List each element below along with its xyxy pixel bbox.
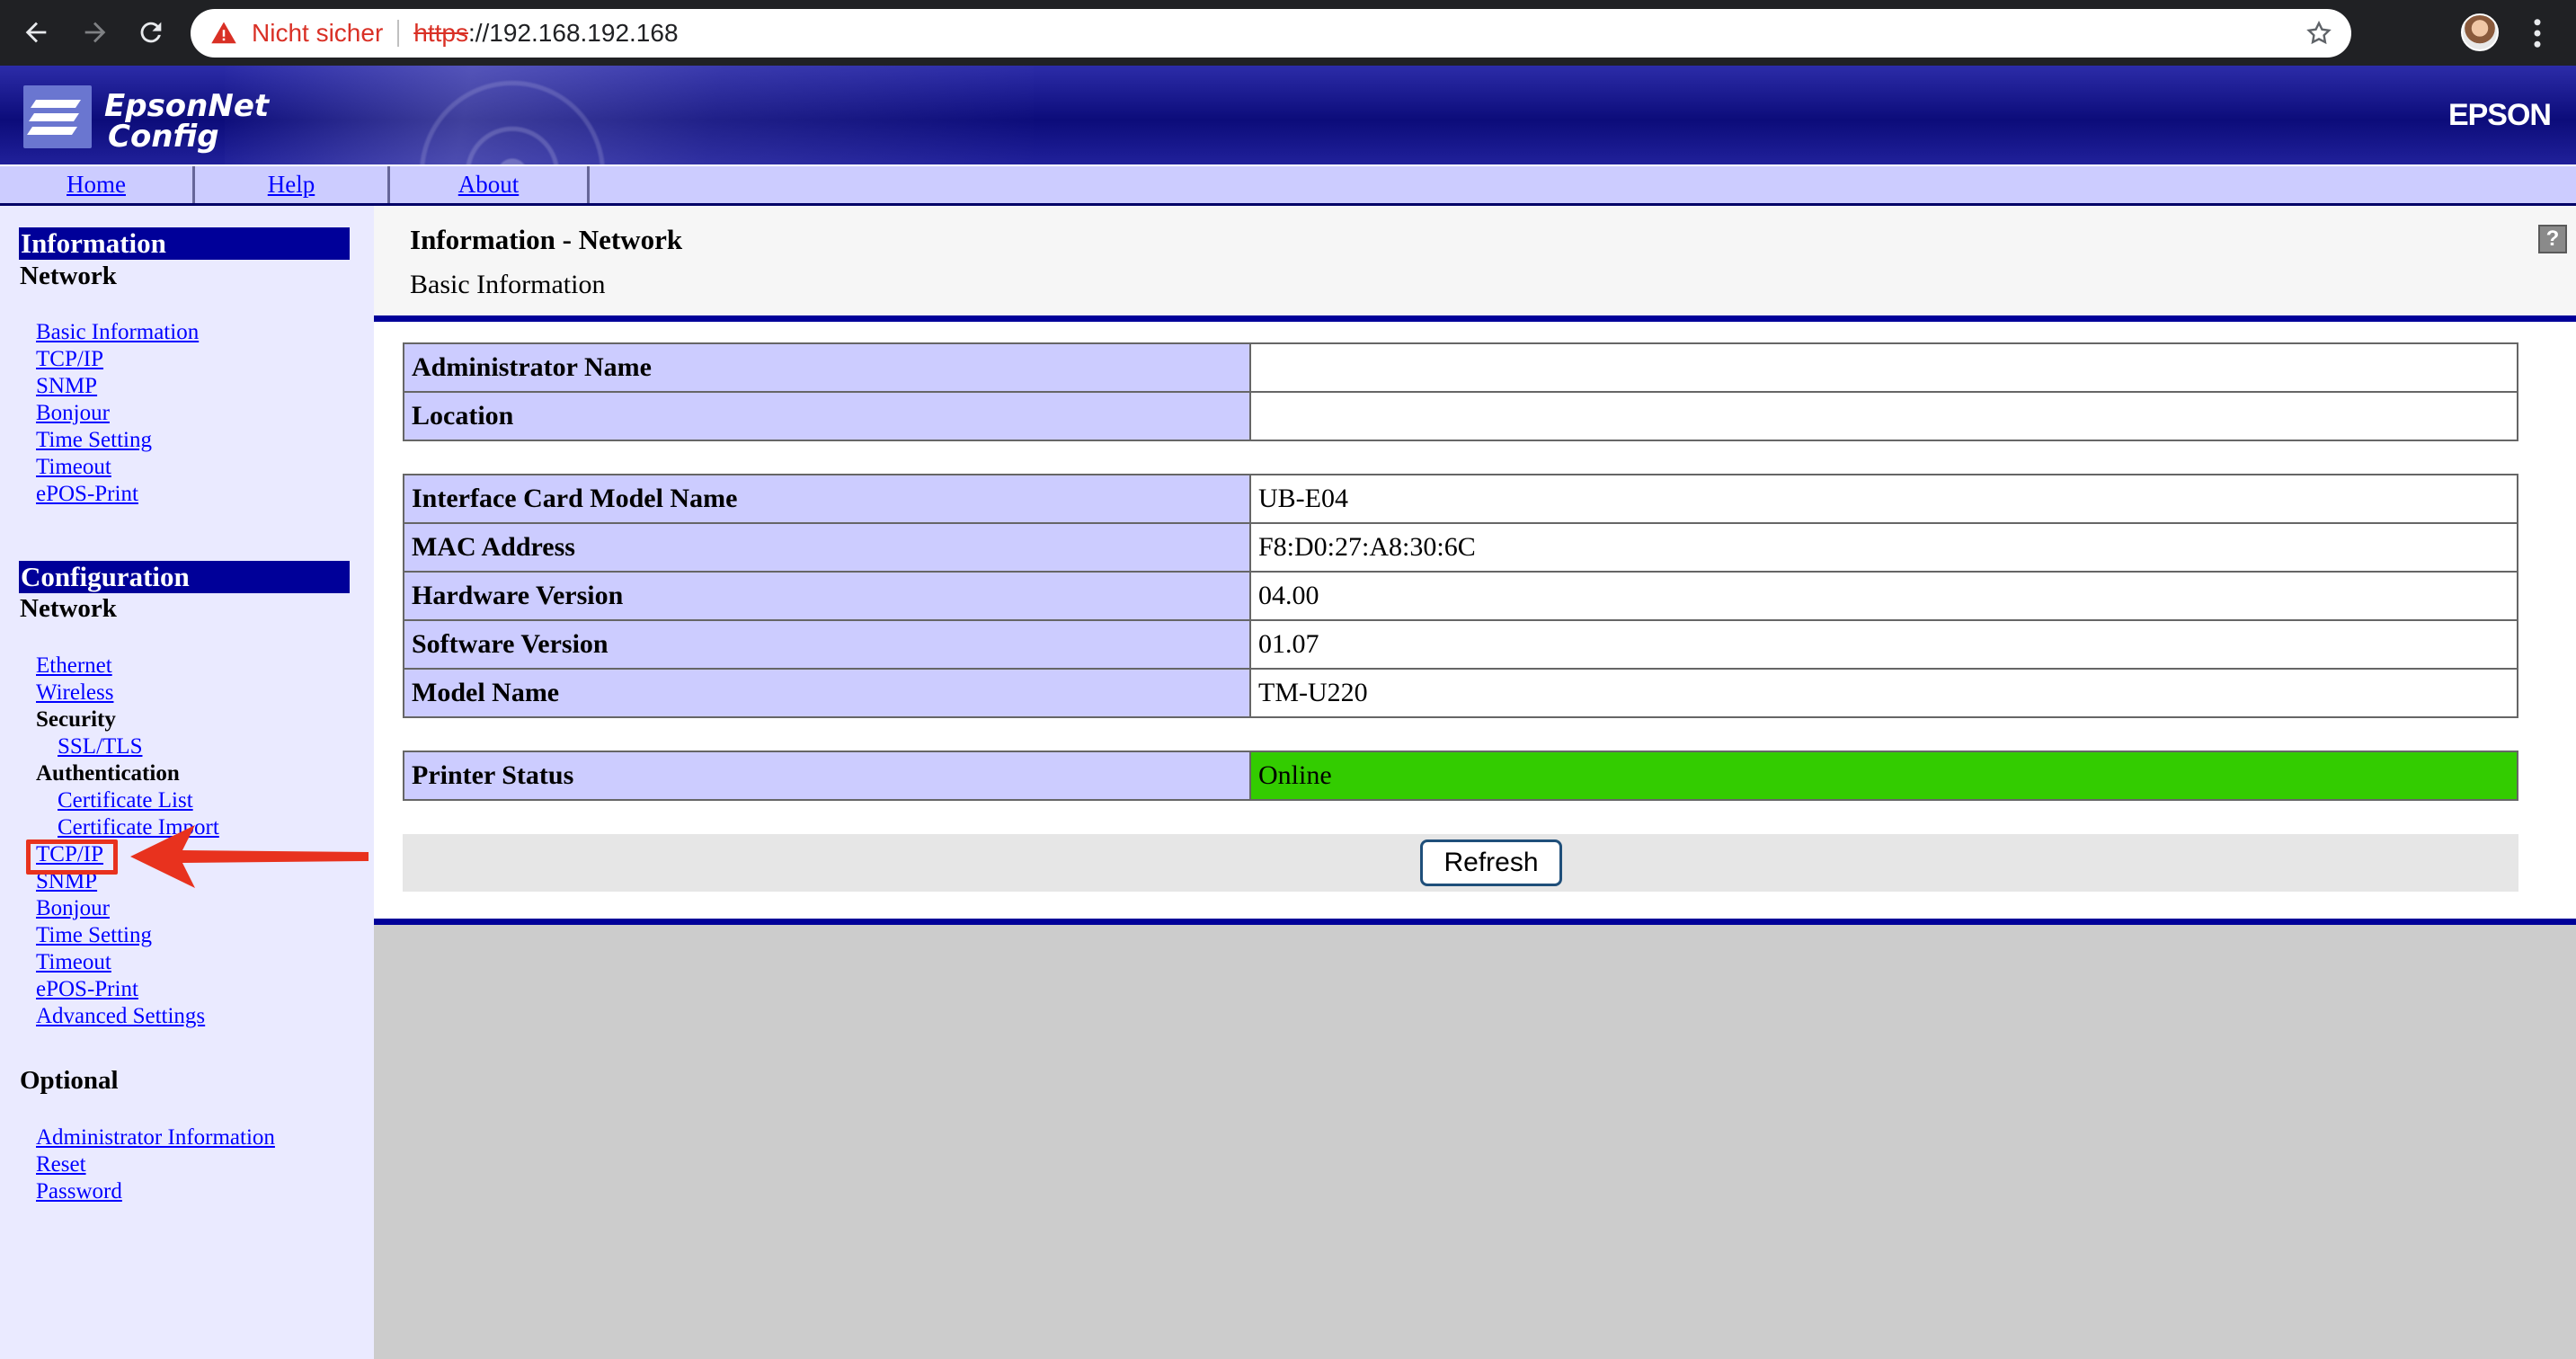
- menu-home-link[interactable]: Home: [0, 166, 195, 203]
- nav-link-info-bonjour[interactable]: Bonjour: [36, 400, 110, 427]
- nav-link-info-time-setting[interactable]: Time Setting: [36, 427, 152, 454]
- main-content: Information - Network Basic Information …: [374, 206, 2576, 1359]
- table-row: Location: [403, 391, 2518, 441]
- top-menu-bar: Home Help About: [0, 164, 2576, 206]
- admin-info-table: Administrator Name Location: [403, 342, 2518, 441]
- omnibox-divider: [397, 20, 400, 47]
- nav-label-authentication: Authentication: [36, 761, 180, 786]
- table-row: Interface Card Model Name UB-E04: [403, 474, 2518, 524]
- security-status[interactable]: Nicht sicher: [252, 19, 383, 48]
- epsonnet-logo-icon: [23, 85, 92, 148]
- nav-link-info-tcpip[interactable]: TCP/IP: [36, 346, 103, 373]
- table-row: Printer Status Online: [403, 751, 2518, 801]
- row-value: TM-U220: [1249, 668, 2518, 718]
- epson-brand: EPSON: [2447, 98, 2552, 132]
- nav-link-reset[interactable]: Reset: [36, 1151, 86, 1178]
- url-host: ://192.168.192.168: [467, 19, 679, 47]
- printer-status-value: Online: [1249, 751, 2518, 801]
- nav-link-config-time-setting[interactable]: Time Setting: [36, 922, 152, 949]
- nav-subheading-network: Network: [20, 262, 117, 290]
- nav-subheading-config-network: Network: [20, 594, 117, 623]
- button-bar: Refresh: [403, 834, 2518, 892]
- table-row: MAC Address F8:D0:27:A8:30:6C: [403, 522, 2518, 573]
- nav-heading-configuration: Configuration: [19, 561, 350, 593]
- row-value: 04.00: [1249, 571, 2518, 621]
- epson-header-banner: EpsonNet Config EPSON: [0, 66, 2576, 164]
- nav-link-info-timeout[interactable]: Timeout: [36, 454, 111, 481]
- content-bottom-rule: [374, 919, 2576, 925]
- row-label: Location: [403, 391, 1251, 441]
- annotation-arrow-icon: [130, 825, 369, 888]
- menu-help-link[interactable]: Help: [195, 166, 390, 203]
- row-label: Interface Card Model Name: [403, 474, 1251, 524]
- compass-decoration: [351, 66, 674, 164]
- page-title: Information - Network: [410, 224, 683, 255]
- forward-icon[interactable]: [72, 9, 119, 56]
- nav-link-advanced-settings[interactable]: Advanced Settings: [36, 1003, 205, 1030]
- nav-link-config-timeout[interactable]: Timeout: [36, 949, 111, 976]
- browser-toolbar: Nicht sicher https ://192.168.192.168: [0, 0, 2576, 66]
- row-value: 01.07: [1249, 619, 2518, 670]
- table-row: Administrator Name: [403, 342, 2518, 393]
- left-navigation: Information Network Basic Information TC…: [0, 206, 374, 1359]
- annotation-highlight-box: [26, 839, 118, 875]
- nav-link-ethernet[interactable]: Ethernet: [36, 653, 112, 680]
- logo-line-2: Config: [108, 119, 219, 155]
- row-value: [1249, 342, 2518, 393]
- page-subtitle: Basic Information: [410, 270, 606, 299]
- refresh-button[interactable]: Refresh: [1420, 839, 1562, 886]
- profile-avatar[interactable]: [2461, 13, 2499, 51]
- nav-link-config-epos-print[interactable]: ePOS-Print: [36, 976, 138, 1003]
- nav-link-info-epos-print[interactable]: ePOS-Print: [36, 481, 138, 508]
- nav-link-info-snmp[interactable]: SNMP: [36, 373, 97, 400]
- nav-link-wireless[interactable]: Wireless: [36, 680, 113, 706]
- nav-link-config-bonjour[interactable]: Bonjour: [36, 895, 110, 922]
- row-value: [1249, 391, 2518, 441]
- nav-heading-optional: Optional: [20, 1066, 119, 1095]
- row-label: Model Name: [403, 668, 1251, 718]
- bookmark-star-icon[interactable]: [2305, 19, 2333, 48]
- help-icon[interactable]: ?: [2538, 225, 2567, 253]
- table-row: Model Name TM-U220: [403, 668, 2518, 718]
- nav-link-ssl-tls[interactable]: SSL/TLS: [58, 733, 142, 760]
- row-label: MAC Address: [403, 522, 1251, 573]
- content-header: Information - Network Basic Information …: [374, 206, 2576, 322]
- more-menu-icon[interactable]: [2524, 14, 2551, 52]
- menu-about-link[interactable]: About: [390, 166, 590, 203]
- nav-link-password[interactable]: Password: [36, 1178, 122, 1205]
- row-value: UB-E04: [1249, 474, 2518, 524]
- address-bar[interactable]: Nicht sicher https ://192.168.192.168: [191, 9, 2351, 58]
- back-icon[interactable]: [13, 9, 59, 56]
- reload-icon[interactable]: [128, 9, 174, 56]
- row-value: F8:D0:27:A8:30:6C: [1249, 522, 2518, 573]
- nav-link-administrator-information[interactable]: Administrator Information: [36, 1124, 275, 1151]
- nav-label-security: Security: [36, 707, 116, 732]
- table-row: Software Version 01.07: [403, 619, 2518, 670]
- nav-link-certificate-list[interactable]: Certificate List: [58, 787, 193, 814]
- row-label: Software Version: [403, 619, 1251, 670]
- table-row: Hardware Version 04.00: [403, 571, 2518, 621]
- device-info-table: Interface Card Model Name UB-E04 MAC Add…: [403, 474, 2518, 718]
- row-label: Administrator Name: [403, 342, 1251, 393]
- printer-status-table: Printer Status Online: [403, 751, 2518, 801]
- content-panel: Information - Network Basic Information …: [374, 206, 2576, 925]
- url-scheme: https: [413, 19, 468, 47]
- epsonnet-config-logo: EpsonNet Config: [104, 91, 269, 152]
- warning-icon: [211, 22, 236, 44]
- row-label: Hardware Version: [403, 571, 1251, 621]
- nav-heading-information: Information: [19, 227, 350, 260]
- row-label: Printer Status: [403, 751, 1251, 801]
- nav-link-basic-information[interactable]: Basic Information: [36, 319, 199, 346]
